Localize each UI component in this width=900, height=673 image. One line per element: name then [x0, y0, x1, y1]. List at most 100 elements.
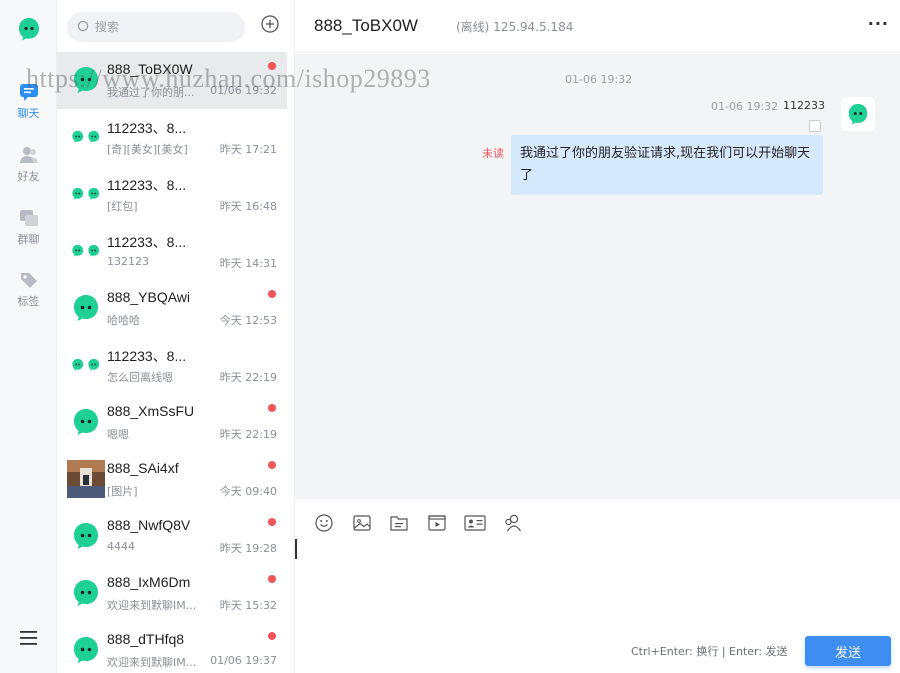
conversation-name: 888_dTHfq8 [107, 631, 185, 647]
conversation-item[interactable]: 888_dTHfq8 欢迎来到默聊IM... 01/06 19:37 [57, 622, 287, 673]
chat-title: 888_ToBX0W [314, 16, 418, 35]
conversation-item[interactable]: 888_IxM6Dm 欢迎来到默聊IM... 昨天 15:32 [57, 565, 287, 622]
more-options-icon[interactable]: ··· [868, 14, 889, 33]
conversation-item[interactable]: 888_YBQAwi 哈哈哈 今天 12:53 [57, 280, 287, 337]
conversation-name: 112233、8... [107, 120, 187, 136]
divider-timestamp: 01-06 19:32 [565, 73, 633, 86]
conversation-item[interactable]: 888_SAi4xf [图片] 今天 09:40 [57, 451, 287, 508]
chat-status: (离线) 125.94.5.184 [456, 20, 574, 34]
conversation-item[interactable]: 112233、8... 怎么回离线嗯 昨天 22:19 [57, 337, 287, 394]
friends-icon [19, 147, 38, 163]
nav-label-chat: 聊天 [17, 107, 40, 120]
conversation-item[interactable]: 112233、8... [奇][美女][美女] 昨天 17:21 [57, 109, 287, 166]
conversation-item[interactable]: 112233、8... [红包] 昨天 16:48 [57, 166, 287, 223]
composer: Ctrl+Enter: 换行 | Enter: 发送 发送 [295, 498, 900, 673]
conversation-item[interactable]: 888_NwfQ8V 4444 昨天 19:28 [57, 508, 287, 565]
conversation-time: 昨天 14:31 [219, 257, 277, 270]
avatar [71, 179, 101, 209]
conversation-time: 01/06 19:32 [210, 84, 277, 97]
conversation-name: 888_ToBX0W [107, 61, 193, 77]
file-icon[interactable] [389, 513, 409, 533]
add-circle-icon[interactable] [260, 14, 280, 34]
chat-header: 888_ToBX0W (离线) 125.94.5.184 ··· [295, 0, 900, 53]
chat-logo-icon[interactable] [16, 16, 42, 42]
search-icon [77, 20, 89, 32]
message-sender: 112233 [783, 99, 825, 112]
group-members-icon[interactable] [503, 513, 523, 533]
conversation-item[interactable]: 888_ToBX0W 我通过了你的朋... 01/06 19:32 [57, 52, 287, 109]
avatar [71, 407, 101, 437]
unread-dot [268, 290, 276, 298]
search-box[interactable] [67, 12, 245, 42]
unread-dot [268, 518, 276, 526]
hamburger-menu-icon[interactable] [19, 630, 39, 646]
avatar[interactable] [841, 97, 875, 131]
conversation-preview: [红包] [107, 200, 138, 213]
nav-item-chat[interactable]: 聊天 [0, 82, 57, 121]
conversation-time: 昨天 17:21 [219, 143, 277, 156]
message-area: 01-06 19:32 01-06 19:32 112233 未读 我通过了你的… [295, 54, 900, 498]
tag-icon [20, 273, 37, 288]
left-nav: 聊天 好友 群聊 标签 [0, 0, 57, 673]
nav-label-tags: 标签 [17, 295, 40, 308]
contact-card-icon[interactable] [464, 513, 486, 533]
message-input[interactable] [303, 539, 893, 629]
conversation-time: 昨天 16:48 [219, 200, 277, 213]
nav-label-friends: 好友 [17, 170, 40, 183]
nav-item-friends[interactable]: 好友 [0, 145, 57, 184]
video-icon[interactable] [427, 513, 447, 533]
avatar [71, 293, 101, 323]
conversation-time: 01/06 19:37 [210, 654, 277, 667]
conversation-preview: 欢迎来到默聊IM... [107, 656, 197, 669]
conversation-name: 112233、8... [107, 348, 187, 364]
unread-dot [268, 461, 276, 469]
unread-dot [268, 575, 276, 583]
chat-logo-icon [848, 103, 868, 125]
conversation-name: 888_NwfQ8V [107, 517, 191, 533]
nav-item-groups[interactable]: 群聊 [0, 208, 57, 247]
avatar [71, 578, 101, 608]
emoji-icon[interactable] [314, 513, 334, 533]
conversation-name: 112233、8... [107, 177, 187, 193]
conversation-item[interactable]: 888_XmSsFU 嗯嗯 昨天 22:19 [57, 394, 287, 451]
search-input[interactable] [95, 12, 235, 42]
conversation-preview: [图片] [107, 485, 138, 498]
send-button[interactable]: 发送 [805, 636, 891, 666]
avatar [71, 521, 101, 551]
avatar [71, 122, 101, 152]
nav-label-groups: 群聊 [17, 233, 40, 246]
avatar [71, 236, 101, 266]
conversation-list: 888_ToBX0W 我通过了你的朋... 01/06 19:32 112233、8.… [57, 0, 295, 673]
conversation-time: 昨天 19:28 [219, 542, 277, 555]
conversation-name: 888_YBQAwi [107, 289, 191, 305]
conversation-name: 888_IxM6Dm [107, 574, 191, 590]
conversation-time: 昨天 22:19 [219, 371, 277, 384]
conversation-preview: 怎么回离线嗯 [107, 371, 173, 384]
image-icon[interactable] [352, 513, 372, 533]
conversation-name: 888_SAi4xf [107, 460, 179, 476]
conversation-time: 今天 12:53 [219, 314, 277, 327]
conversation-preview: 4444 [107, 540, 135, 553]
unread-dot [268, 404, 276, 412]
conversation-name: 112233、8... [107, 234, 187, 250]
conversation-preview: 哈哈哈 [107, 314, 140, 327]
keyboard-hint: Ctrl+Enter: 换行 | Enter: 发送 [631, 645, 788, 658]
unread-dot [268, 632, 276, 640]
read-status-label: 未读 [482, 147, 504, 160]
message-select-checkbox[interactable] [809, 120, 821, 132]
chat-icon [19, 84, 38, 101]
avatar [71, 350, 101, 380]
conversation-time: 昨天 15:32 [219, 599, 277, 612]
conversation-item[interactable]: 112233、8... 132123 昨天 14:31 [57, 223, 287, 280]
avatar [67, 460, 105, 498]
conversation-name: 888_XmSsFU [107, 403, 195, 419]
message-bubble[interactable]: 我通过了你的朋友验证请求,现在我们可以开始聊天了 [511, 135, 823, 195]
unread-dot [268, 62, 276, 70]
conversation-preview: 嗯嗯 [107, 428, 129, 441]
nav-item-tags[interactable]: 标签 [0, 270, 57, 309]
text-cursor [295, 539, 297, 559]
conversation-preview: [奇][美女][美女] [107, 143, 188, 156]
conversation-preview: 我通过了你的朋... [107, 86, 195, 99]
conversation-preview: 欢迎来到默聊IM... [107, 599, 197, 612]
avatar [71, 65, 101, 95]
